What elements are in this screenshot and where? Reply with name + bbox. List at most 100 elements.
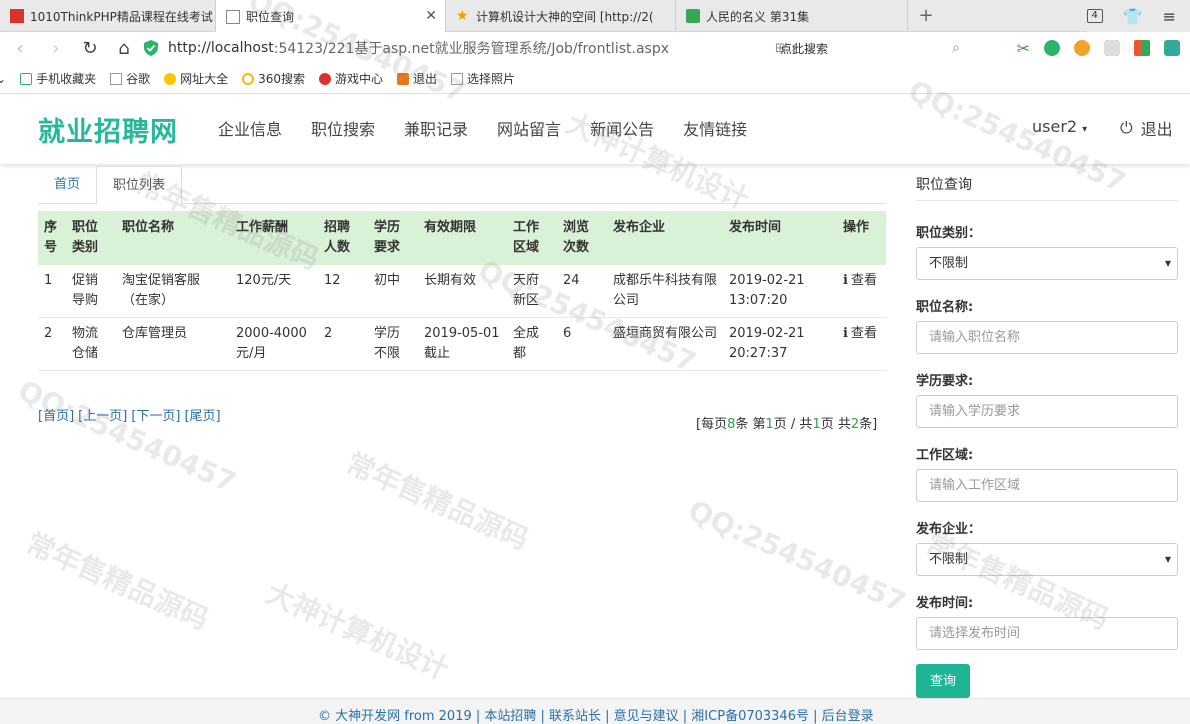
reload-icon[interactable]: ↻ xyxy=(76,38,104,59)
cell: 盛垣商贸有限公司 xyxy=(607,317,723,371)
tab-title: 计算机设计大神的空间 [http://2( xyxy=(476,9,654,24)
shirt-icon[interactable]: 👕 xyxy=(1123,7,1143,26)
bookmarks-menu-chevron-icon[interactable]: ⌄ xyxy=(0,72,6,86)
cell: 促销导购 xyxy=(66,265,116,318)
browser-tab-2[interactable]: 职位查询 ✕ xyxy=(216,0,446,33)
search-icon[interactable]: ⌕ xyxy=(952,40,960,56)
phone-icon xyxy=(20,72,33,85)
close-icon[interactable]: ✕ xyxy=(425,8,437,24)
bookmark-photo[interactable]: 选择照片 xyxy=(451,70,515,87)
back-arrow-icon[interactable]: ‹ xyxy=(6,38,34,59)
browser-tab-3[interactable]: ★ 计算机设计大神的空间 [http://2( xyxy=(446,0,676,32)
total-records: 2 xyxy=(850,417,860,432)
col-header: 有效期限 xyxy=(418,211,507,265)
footer: © 大神开发网 from 2019 | 本站招聘 | 联系站长 | 意见与建议 … xyxy=(0,698,1190,724)
col-header: 工作薪酬 xyxy=(230,211,318,265)
publish-time-label: 发布时间: xyxy=(916,596,974,611)
col-header: 学历要求 xyxy=(368,211,418,265)
footer-links[interactable]: © 大神开发网 from 2019 | 本站招聘 | 联系站长 | 意见与建议 … xyxy=(318,705,874,724)
address-bar[interactable]: http://localhost :54123/221基于asp.net就业服务… xyxy=(144,36,974,60)
scissors-icon[interactable]: ✂ xyxy=(1017,39,1030,58)
col-header: 发布时间 xyxy=(723,211,837,265)
watermark: 大神计算机设计 xyxy=(261,576,454,687)
browser-tabstrip: 1010ThinkPHP精品课程在线考试 职位查询 ✕ ★ 计算机设计大神的空间… xyxy=(0,0,1190,33)
bookmark-360[interactable]: 360搜索 xyxy=(242,70,305,87)
col-header: 职位类别 xyxy=(66,211,116,265)
job-type-select[interactable]: 不限制 xyxy=(916,247,1178,280)
view-link[interactable]: i 查看 xyxy=(837,265,886,318)
view-link[interactable]: i 查看 xyxy=(837,317,886,371)
nav-news[interactable]: 新闻公告 xyxy=(590,116,654,140)
logout-button[interactable]: ⏻ 退出 xyxy=(1120,116,1173,140)
col-header: 发布企业 xyxy=(607,211,723,265)
cell: 12 xyxy=(318,265,368,318)
search-button[interactable]: 查询 xyxy=(916,664,970,698)
job-table: 序号 职位类别 职位名称 工作薪酬 招聘人数 学历要求 有效期限 工作区域 浏览… xyxy=(38,211,886,371)
main-nav: 企业信息 职位搜索 兼职记录 网站留言 新闻公告 友情链接 xyxy=(218,116,776,140)
current-page: 1 xyxy=(765,417,774,432)
breadcrumb-current[interactable]: 职位列表 xyxy=(96,166,183,205)
game-icon[interactable] xyxy=(1104,40,1120,56)
bookmark-hao[interactable]: 网址大全 xyxy=(164,70,228,87)
user-name: user2 xyxy=(1032,117,1078,136)
red-favicon-icon xyxy=(10,9,24,23)
table-row: 2 物流仓储 仓库管理员 2000-4000元/月 2 学历不限 2019-05… xyxy=(38,317,886,371)
pager-prev[interactable]: [上一页] xyxy=(78,409,127,424)
pager-first[interactable]: [首页] xyxy=(38,409,74,424)
logout-label: 退出 xyxy=(1140,120,1173,139)
cell: 物流仓储 xyxy=(66,317,116,371)
video-favicon-icon xyxy=(686,9,700,23)
breadcrumb-home[interactable]: 首页 xyxy=(38,166,96,204)
pager-last[interactable]: [尾页] xyxy=(184,409,220,424)
area-input[interactable]: 请输入工作区域 xyxy=(916,469,1178,502)
puzzle-icon[interactable] xyxy=(1164,40,1180,56)
publish-time-input[interactable]: 请选择发布时间 xyxy=(916,617,1178,650)
table-header-row: 序号 职位类别 职位名称 工作薪酬 招聘人数 学历要求 有效期限 工作区域 浏览… xyxy=(38,211,886,265)
bookmark-mobile[interactable]: 手机收藏夹 xyxy=(20,70,96,87)
menu-icon[interactable]: ≡ xyxy=(1163,7,1176,26)
bookmark-games[interactable]: 游戏中心 xyxy=(319,70,383,87)
pager-next[interactable]: [下一页] xyxy=(131,409,180,424)
company-select[interactable]: 不限制 xyxy=(916,543,1178,576)
user-menu[interactable]: user2 ▾ xyxy=(1032,117,1087,136)
search-360-icon xyxy=(242,72,255,85)
home-icon[interactable]: ⌂ xyxy=(110,38,138,59)
site-logo[interactable]: 就业招聘网 xyxy=(38,110,178,149)
education-input[interactable]: 请输入学历要求 xyxy=(916,395,1178,428)
bookmark-exit[interactable]: 退出 xyxy=(397,70,437,87)
nav-part-time[interactable]: 兼职记录 xyxy=(404,116,468,140)
tabstrip-tools: 4 👕 ≡ xyxy=(1086,0,1190,32)
search-hint[interactable]: 点此搜索 xyxy=(780,40,828,57)
bookmark-google[interactable]: 谷歌 xyxy=(110,70,150,87)
cell: 淘宝促销客服（在家） xyxy=(116,265,230,318)
page-icon xyxy=(226,9,240,24)
col-header: 浏览次数 xyxy=(557,211,607,265)
browser-tab-4[interactable]: 人民的名义 第31集 xyxy=(676,0,908,32)
cell: 1 xyxy=(38,265,66,318)
cell: 长期有效 xyxy=(418,265,507,318)
new-tab-button[interactable]: + xyxy=(908,0,944,31)
breadcrumb: 首页 职位列表 xyxy=(38,166,886,205)
nav-job-search[interactable]: 职位搜索 xyxy=(311,116,375,140)
pager: [首页] [上一页] [下一页] [尾页] xyxy=(38,405,225,424)
forward-arrow-icon[interactable]: › xyxy=(42,38,70,59)
col-header: 职位名称 xyxy=(116,211,230,265)
job-name-input[interactable]: 请输入职位名称 xyxy=(916,321,1178,354)
nav-guestbook[interactable]: 网站留言 xyxy=(497,116,561,140)
nav-links[interactable]: 友情链接 xyxy=(683,116,747,140)
nav-company-info[interactable]: 企业信息 xyxy=(218,116,282,140)
cell: 仓库管理员 xyxy=(116,317,230,371)
tab-title: 1010ThinkPHP精品课程在线考试 xyxy=(30,9,213,24)
job-type-label: 职位类别： xyxy=(916,226,982,241)
tab-title: 人民的名义 第31集 xyxy=(706,9,810,24)
bookmarks-bar: ⌄ 手机收藏夹 谷歌 网址大全 360搜索 游戏中心 退出 选择照片 xyxy=(0,64,1190,94)
cell: 2000-4000元/月 xyxy=(230,317,318,371)
cell: 2 xyxy=(38,317,66,371)
tab-count-badge[interactable]: 4 xyxy=(1086,9,1103,23)
translate-icon[interactable] xyxy=(1044,40,1060,56)
col-header: 招聘人数 xyxy=(318,211,368,265)
apps-icon[interactable] xyxy=(1134,40,1150,56)
power-icon: ⏻ xyxy=(1120,118,1133,137)
shield-plugin-icon[interactable] xyxy=(1074,40,1090,56)
browser-tab-1[interactable]: 1010ThinkPHP精品课程在线考试 xyxy=(0,0,216,32)
